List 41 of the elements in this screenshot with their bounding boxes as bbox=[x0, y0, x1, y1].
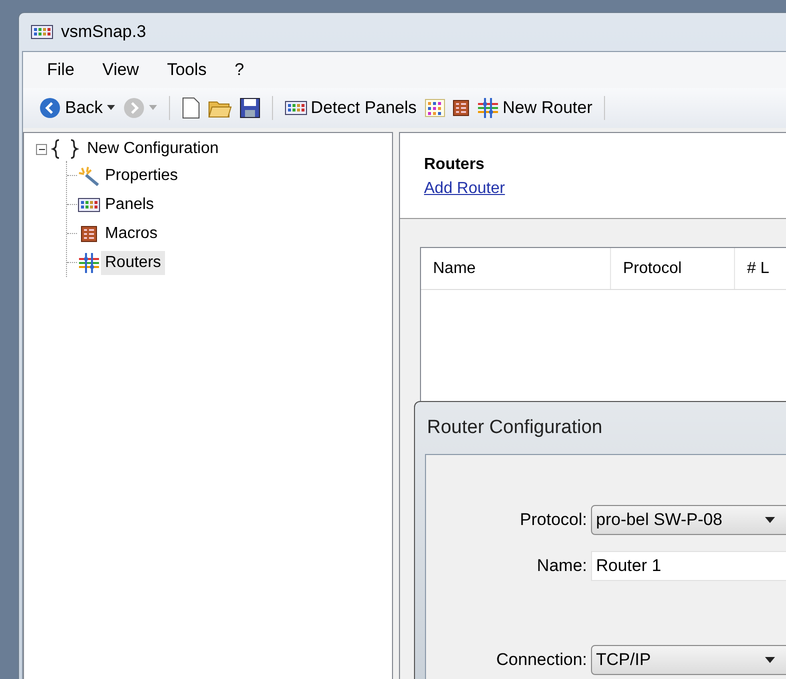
column-header[interactable]: # L bbox=[735, 248, 786, 289]
grid-icon bbox=[424, 99, 445, 117]
tree-item[interactable]: New Configuration bbox=[83, 137, 223, 161]
dialog-title: Router Configuration bbox=[427, 416, 602, 440]
column-header[interactable]: Name bbox=[421, 248, 611, 289]
tree-item[interactable]: Routers bbox=[101, 250, 166, 274]
crossbar-icon bbox=[476, 97, 499, 119]
new-router-button[interactable]: New Router bbox=[476, 95, 592, 121]
save-icon[interactable] bbox=[240, 98, 260, 118]
menu-item[interactable]: File bbox=[47, 57, 74, 83]
list-icon bbox=[81, 226, 97, 242]
field-label: Protocol: bbox=[518, 509, 588, 532]
list-icon bbox=[452, 100, 469, 116]
tree-item[interactable]: Macros bbox=[101, 222, 162, 246]
new-document-icon[interactable] bbox=[182, 97, 200, 119]
braces-icon bbox=[51, 139, 79, 159]
section-heading: Routers bbox=[424, 155, 484, 175]
menu-item[interactable]: View bbox=[102, 57, 139, 83]
crossbar-icon bbox=[78, 252, 100, 274]
input-field[interactable]: Router 1 bbox=[591, 551, 786, 581]
field-label: Name: bbox=[536, 555, 588, 578]
add-router-link[interactable]: Add Router bbox=[424, 177, 505, 201]
caret-icon[interactable] bbox=[106, 105, 115, 111]
dropdown[interactable]: pro-bel SW-P-08 bbox=[591, 505, 786, 535]
menu-item[interactable]: ? bbox=[234, 57, 244, 83]
caret-icon bbox=[765, 517, 775, 523]
column-header[interactable]: Protocol bbox=[611, 248, 735, 289]
field-label: Connection: bbox=[495, 649, 588, 672]
menu-item[interactable]: Tools bbox=[166, 57, 207, 83]
keypad-icon bbox=[78, 198, 100, 212]
caret-icon bbox=[765, 657, 775, 663]
app-icon bbox=[31, 25, 53, 39]
window-title: vsmSnap.3 bbox=[61, 21, 146, 44]
tree-item[interactable]: Properties bbox=[101, 164, 182, 188]
back-button[interactable]: Back bbox=[39, 95, 103, 121]
detect-panels-button[interactable]: Detect Panels bbox=[284, 95, 417, 121]
tree-item[interactable]: Panels bbox=[101, 192, 158, 216]
dropdown[interactable]: TCP/IP bbox=[591, 645, 786, 675]
keypad-icon bbox=[284, 101, 307, 115]
collapse-toggle-icon[interactable] bbox=[36, 144, 47, 154]
magic-wand-icon bbox=[78, 166, 100, 186]
